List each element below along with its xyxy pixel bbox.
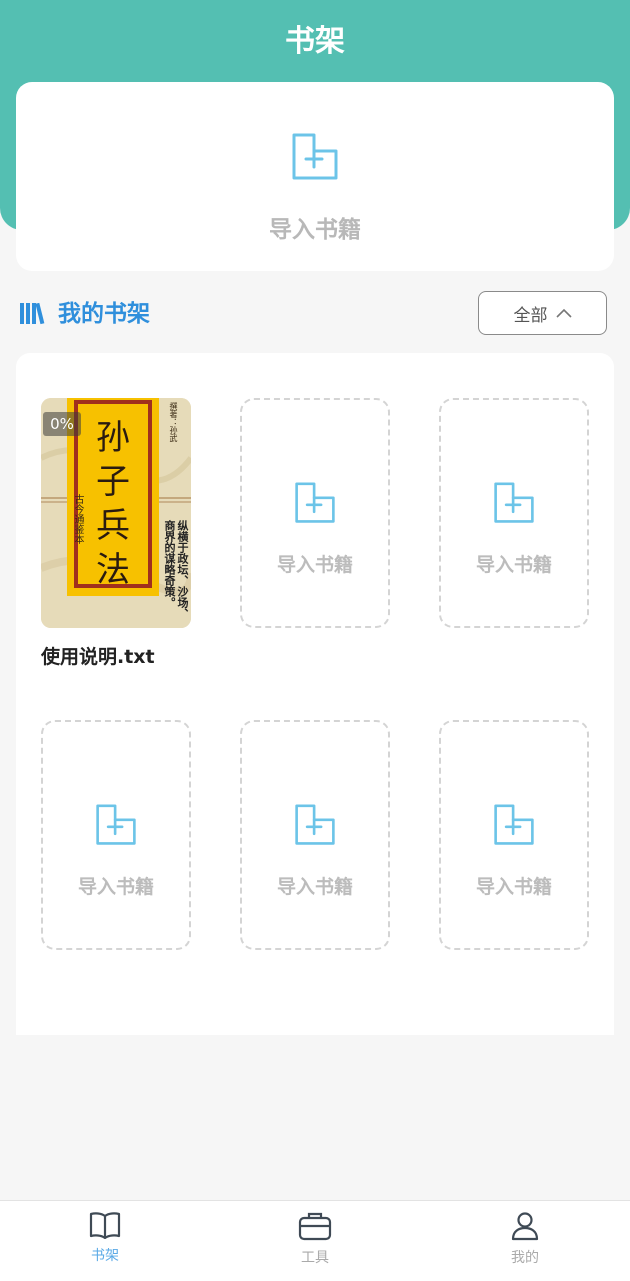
add-file-icon (493, 480, 535, 530)
book-item[interactable]: 孙 子 兵 法 古今通鉴本 撰著：孙武 纵横于政坛、沙场、商界的谋略奇策。 0%… (41, 398, 191, 668)
tab-mine[interactable]: 我的 (480, 1211, 570, 1267)
my-shelf-title: 我的书架 (58, 301, 150, 327)
cover-title-char: 法 (96, 550, 130, 590)
cover-blurb-text: 纵横于政坛、沙场、商界的谋略奇策。 (163, 520, 189, 619)
import-book-slot[interactable]: 导入书籍 (240, 398, 390, 628)
tab-label: 工具 (301, 1250, 329, 1266)
add-file-icon (294, 802, 336, 852)
book-file-name: 使用说明.txt (41, 646, 155, 668)
bookshelf-grid: 孙 子 兵 法 古今通鉴本 撰著：孙武 纵横于政坛、沙场、商界的谋略奇策。 0%… (16, 353, 614, 1035)
tab-bookshelf[interactable]: 书架 (60, 1211, 150, 1265)
chevron-up-icon (555, 303, 572, 323)
cover-title-char: 兵 (96, 506, 130, 546)
page-title: 书架 (285, 24, 345, 59)
import-book-label: 导入书籍 (276, 554, 353, 576)
cover-edition-text: 古今通鉴本 (72, 494, 83, 544)
user-icon (510, 1212, 540, 1245)
import-book-label: 导入书籍 (276, 876, 353, 898)
import-book-card[interactable]: 导入书籍 (16, 82, 614, 271)
book-open-icon (89, 1212, 121, 1243)
import-book-label: 导入书籍 (77, 876, 154, 898)
tab-label: 书架 (91, 1248, 119, 1264)
import-book-slot[interactable]: 导入书籍 (439, 398, 589, 628)
filter-dropdown-button[interactable]: 全部 (478, 291, 607, 335)
import-book-label: 导入书籍 (475, 876, 552, 898)
import-book-label: 导入书籍 (475, 554, 552, 576)
bookshelf-icon (20, 302, 46, 330)
my-shelf-header: 我的书架 全部 (16, 290, 610, 338)
book-cover[interactable]: 孙 子 兵 法 古今通鉴本 撰著：孙武 纵横于政坛、沙场、商界的谋略奇策。 0% (41, 398, 191, 628)
cover-title-char: 子 (96, 462, 130, 502)
import-book-slot[interactable]: 导入书籍 (439, 720, 589, 950)
add-file-icon (291, 132, 339, 186)
briefcase-icon (298, 1212, 332, 1245)
tab-tools[interactable]: 工具 (270, 1211, 360, 1267)
add-file-icon (294, 480, 336, 530)
add-file-icon (95, 802, 137, 852)
add-file-icon (493, 802, 535, 852)
import-book-slot[interactable]: 导入书籍 (240, 720, 390, 950)
tab-label: 我的 (511, 1250, 539, 1266)
cover-author-text: 撰著：孙武 (169, 402, 178, 442)
cover-title-char: 孙 (96, 418, 130, 458)
filter-label: 全部 (513, 305, 548, 326)
bottom-tab-bar: 书架 工具 我的 (0, 1200, 630, 1281)
reading-progress-badge: 0% (43, 412, 81, 436)
import-book-slot[interactable]: 导入书籍 (41, 720, 191, 950)
import-book-label: 导入书籍 (269, 217, 361, 243)
